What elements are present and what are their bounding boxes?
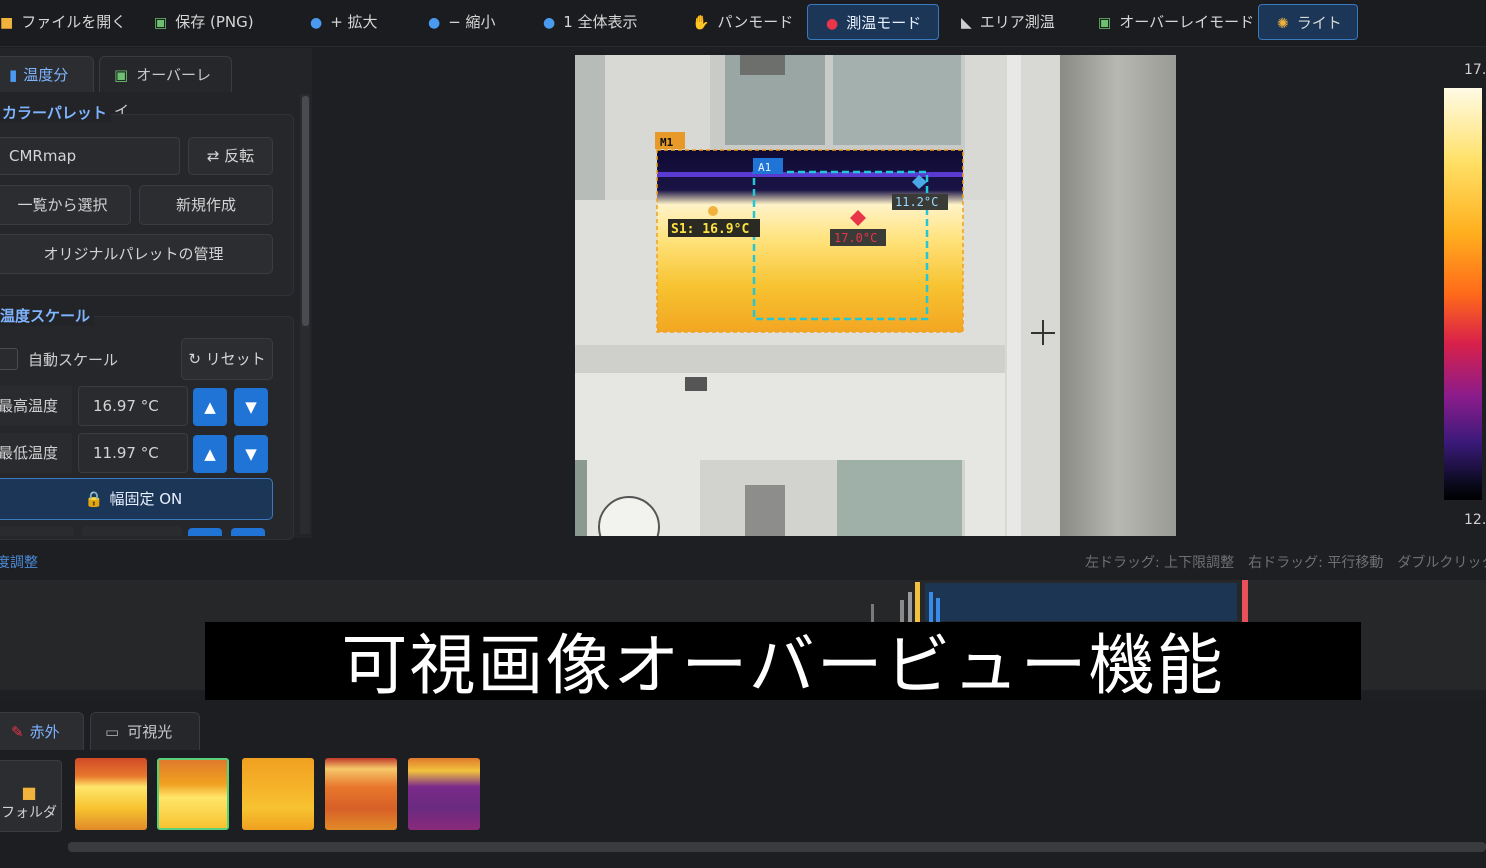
colorbar-min-label: 12. (1464, 512, 1486, 528)
pin-icon: ● (826, 16, 839, 32)
min-temp-up-button[interactable]: ▲ (193, 435, 227, 473)
max-temp-label: 最高温度 (0, 386, 72, 426)
light-theme-button[interactable]: ✺ ライト (1258, 4, 1358, 40)
next-down-partial (231, 528, 265, 536)
thermal-overlay-image: M1 A1 S1: 16.9°C 17.0°C 11.2°C (575, 55, 1176, 536)
video-caption: 可視画像オーバービュー機能 (205, 622, 1361, 709)
pan-mode-button[interactable]: ✋ パンモード (684, 4, 794, 40)
min-temp-label: 最低温度 (0, 433, 72, 473)
image-icon: ▣ (114, 66, 129, 84)
sun-icon: ✺ (1277, 16, 1289, 32)
tab-visible[interactable]: ▭ 可視光 (90, 712, 200, 750)
reset-button[interactable]: ↻ リセット (181, 338, 273, 380)
a1-label: A1 (758, 161, 771, 174)
fit-all-button[interactable]: ● 1 全体表示 (535, 4, 665, 40)
zoom-in-icon: ● (310, 15, 323, 31)
invert-button[interactable]: ⇄ 反転 (188, 137, 273, 175)
max-temp-field[interactable]: 16.97 °C (78, 386, 188, 426)
fit-icon: ● (543, 15, 556, 31)
s1-marker[interactable] (708, 206, 718, 216)
open-file-button[interactable]: ■ ファイルを開く (0, 4, 126, 40)
save-png-button[interactable]: ▣ 保存 (PNG) (146, 4, 274, 40)
arrow-down-icon: ▼ (245, 398, 257, 416)
area-measure-button[interactable]: ◣ エリア測温 (953, 4, 1071, 40)
thumbnail[interactable] (75, 758, 147, 830)
hot-readout: 17.0°C (834, 231, 877, 245)
histogram-bar (936, 598, 940, 622)
zoom-out-icon: ● (428, 15, 441, 31)
arrow-down-icon: ▼ (245, 445, 257, 463)
folder-icon: ■ (21, 783, 37, 802)
zoom-in-button[interactable]: ● + 拡大 (302, 4, 398, 40)
thumbnail-selected[interactable] (157, 758, 229, 830)
left-panel-scroll-thumb[interactable] (302, 96, 309, 326)
scale-section-title: 温度スケール (0, 305, 95, 326)
image-icon: ▣ (1098, 15, 1112, 31)
camera-icon: ▭ (105, 723, 120, 741)
thumbnail-scrollbar[interactable] (68, 842, 1486, 852)
max-temp-down-button[interactable]: ▼ (234, 388, 268, 426)
histogram-label: 度調整 (0, 555, 38, 571)
m1-label: M1 (660, 136, 674, 149)
zoom-out-button[interactable]: ● − 縮小 (420, 4, 516, 40)
auto-scale-label: 自動スケール (28, 351, 119, 369)
histogram-hint: 左ドラッグ: 上下限調整 右ドラッグ: 平行移動 ダブルクリック: リ (1085, 555, 1486, 571)
histogram-bar (871, 604, 874, 622)
overlay-mode-button[interactable]: ▣ オーバーレイモード (1090, 4, 1254, 40)
auto-scale-checkbox[interactable] (0, 348, 18, 370)
ruler-icon: ◣ (961, 15, 972, 31)
chart-icon: ▮ (9, 66, 18, 84)
toolbar: ■ ファイルを開く ▣ 保存 (PNG) ● + 拡大 ● − 縮小 ● 1 全体表示 ✋… (0, 0, 1486, 47)
min-temp-down-button[interactable]: ▼ (234, 435, 268, 473)
tab-temp-analysis[interactable]: ▮温度分析 (0, 56, 94, 120)
max-temp-up-button[interactable]: ▲ (193, 388, 227, 426)
a1-readout: 11.2°C (895, 195, 938, 209)
next-field-partial (82, 526, 182, 536)
histogram-bar (908, 592, 912, 622)
histogram-low-handle[interactable] (915, 582, 920, 622)
hand-icon: ✋ (692, 15, 710, 31)
tab-infrared[interactable]: ✎赤外線 (0, 712, 84, 779)
create-new-button[interactable]: 新規作成 (139, 185, 273, 225)
colorbar-max-label: 17. (1464, 62, 1486, 78)
manage-original-palette-button[interactable]: オリジナルパレットの管理 (0, 234, 273, 274)
histogram-bar (900, 600, 904, 622)
histogram-high-handle[interactable] (1242, 580, 1248, 622)
tab-overlay[interactable]: ▣ オーバーレイ (99, 56, 232, 120)
arrow-up-icon: ▲ (204, 398, 216, 416)
folder-button[interactable]: ■ フォルダ (0, 760, 62, 832)
arrow-up-icon: ▲ (204, 445, 216, 463)
s1-readout: S1: 16.9°C (671, 222, 749, 237)
thumbnail[interactable] (408, 758, 480, 830)
fixed-width-toggle[interactable]: 🔒 幅固定 ON (0, 478, 273, 520)
palette-select[interactable]: CMRmap (0, 137, 180, 175)
min-temp-field[interactable]: 11.97 °C (78, 433, 188, 473)
thermometer-icon: ✎ (11, 723, 24, 741)
measure-mode-button[interactable]: ● 測温モード (807, 4, 939, 40)
palette-section-title: カラーパレット (0, 102, 111, 123)
image-viewer[interactable]: M1 A1 S1: 16.9°C 17.0°C 11.2°C (575, 55, 1176, 536)
next-row-partial (0, 526, 74, 536)
next-up-partial (188, 528, 222, 536)
image-icon: ▣ (154, 15, 168, 31)
thumbnail[interactable] (325, 758, 397, 830)
histogram-range[interactable] (925, 583, 1237, 621)
thumbnail[interactable] (242, 758, 314, 830)
colorbar (1444, 88, 1482, 500)
lock-icon: 🔒 (84, 490, 104, 508)
folder-icon: ■ (0, 15, 14, 31)
histogram-bar (929, 592, 933, 622)
select-from-list-button[interactable]: 一覧から選択 (0, 185, 131, 225)
